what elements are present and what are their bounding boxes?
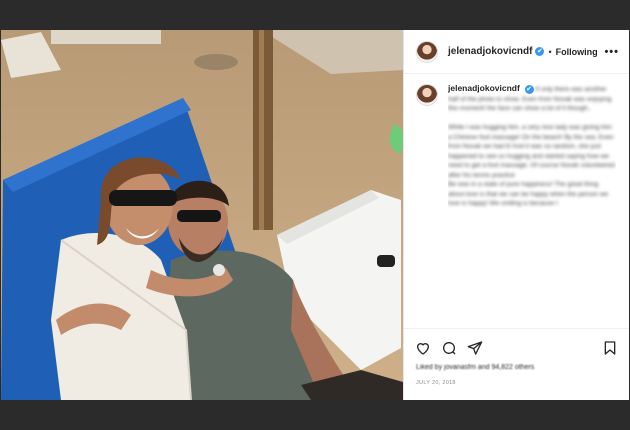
- post-header: jelenadjokovicndf ✔ • Following •••: [404, 30, 629, 74]
- more-options-icon[interactable]: •••: [604, 46, 619, 58]
- caption-avatar[interactable]: [416, 84, 438, 106]
- post-sidebar: jelenadjokovicndf ✔ • Following ••• jele…: [403, 30, 629, 400]
- avatar[interactable]: [416, 40, 438, 63]
- beach-photo-illustration: [1, 30, 403, 400]
- post-date[interactable]: JULY 20, 2018: [416, 380, 456, 386]
- caption: jelenadjokovicndf ✔ If only there was an…: [404, 74, 629, 316]
- comment-icon[interactable]: [441, 340, 457, 356]
- separator-dot: •: [548, 46, 552, 57]
- caption-text-3: Be was in a state of pure happiness! The…: [448, 181, 609, 207]
- post-photo[interactable]: [1, 30, 403, 400]
- header-username[interactable]: jelenadjokovicndf: [448, 46, 532, 57]
- bookmark-icon[interactable]: [602, 340, 618, 356]
- heart-icon[interactable]: [415, 340, 431, 356]
- likes-count[interactable]: Liked by jovanasfm and 94,822 others: [416, 364, 534, 371]
- paper-plane-icon[interactable]: [467, 340, 483, 356]
- verified-badge-icon: ✔: [535, 47, 545, 56]
- action-bar: [404, 328, 629, 366]
- caption-text-2: While I was hugging him, a very nice lad…: [448, 124, 615, 179]
- following-button[interactable]: Following: [556, 47, 598, 57]
- instagram-post: jelenadjokovicndf ✔ • Following ••• jele…: [1, 30, 629, 400]
- caption-verified-icon: ✔: [524, 85, 534, 94]
- caption-text-block: jelenadjokovicndf ✔ If only there was an…: [448, 84, 616, 316]
- caption-username[interactable]: jelenadjokovicndf: [448, 84, 520, 93]
